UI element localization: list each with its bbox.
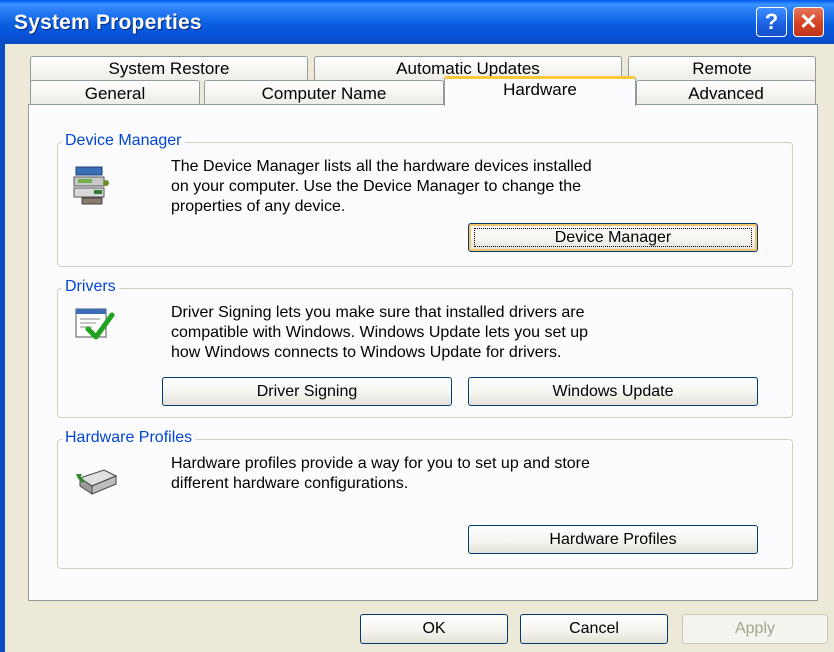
window-border [0, 44, 5, 652]
help-button[interactable]: ? [756, 7, 787, 37]
description-line: The Device Manager lists all the hardwar… [171, 158, 592, 175]
hardware-profiles-button[interactable]: Hardware Profiles [468, 525, 758, 554]
tab-system-restore[interactable]: System Restore [30, 56, 308, 82]
tab-label: Computer Name [261, 84, 387, 103]
driver-signing-button[interactable]: Driver Signing [162, 377, 452, 406]
tab-computer-name[interactable]: Computer Name [204, 80, 444, 105]
description-line: properties of any device. [171, 198, 346, 215]
group-title: Drivers [62, 278, 119, 296]
device-manager-description: The Device Manager lists all the hardwar… [171, 157, 592, 217]
description-line: Hardware profiles provide a way for you … [171, 455, 590, 472]
group-title: Device Manager [62, 132, 185, 150]
button-label: Apply [734, 620, 776, 637]
windows-update-button[interactable]: Windows Update [468, 377, 758, 406]
device-manager-button[interactable]: Device Manager [468, 223, 758, 252]
tab-label: Remote [692, 59, 752, 78]
window-title: System Properties [14, 11, 202, 34]
tab-remote[interactable]: Remote [628, 56, 816, 82]
tab-label: Hardware [503, 80, 577, 99]
hardware-profiles-icon [76, 469, 118, 495]
tab-label: General [84, 84, 146, 103]
hardware-profiles-description: Hardware profiles provide a way for you … [171, 454, 590, 494]
system-properties-window: System Properties ? ✕ System Restore Aut… [0, 0, 834, 652]
description-line: different hardware configurations. [171, 475, 409, 492]
button-label: Hardware Profiles [549, 530, 677, 548]
description-line: on your computer. Use the Device Manager… [171, 178, 582, 195]
description-line: how Windows connects to Windows Update f… [171, 344, 562, 361]
button-label: Driver Signing [256, 382, 358, 400]
apply-button[interactable]: Apply [682, 614, 828, 644]
button-label: Cancel [569, 620, 619, 637]
device-manager-group: Device Manager The Device Manager lists … [57, 132, 793, 267]
group-title: Hardware Profiles [62, 429, 196, 447]
tab-hardware[interactable]: Hardware [444, 76, 636, 106]
description-line: Driver Signing lets you make sure that i… [171, 304, 585, 321]
drivers-group: Drivers Driver Signing lets you make sur… [57, 278, 793, 418]
driver-signing-icon [75, 308, 115, 340]
close-button[interactable]: ✕ [793, 7, 824, 37]
title-bar[interactable]: System Properties ? ✕ [0, 0, 834, 44]
tab-advanced[interactable]: Advanced [636, 80, 816, 105]
tab-general[interactable]: General [30, 80, 200, 105]
device-manager-icon [73, 166, 109, 205]
ok-button[interactable]: OK [360, 614, 508, 644]
cancel-button[interactable]: Cancel [520, 614, 668, 644]
button-label: Windows Update [552, 382, 674, 400]
hardware-tab-panel: Device Manager The Device Manager lists … [28, 104, 818, 601]
hardware-profiles-group: Hardware Profiles Hardware profiles prov… [57, 429, 793, 569]
tab-label: System Restore [108, 59, 230, 78]
description-line: compatible with Windows. Windows Update … [171, 324, 589, 341]
tab-label: Advanced [688, 84, 764, 103]
button-label: Device Manager [554, 228, 672, 246]
button-label: OK [422, 620, 446, 637]
drivers-description: Driver Signing lets you make sure that i… [171, 303, 588, 363]
